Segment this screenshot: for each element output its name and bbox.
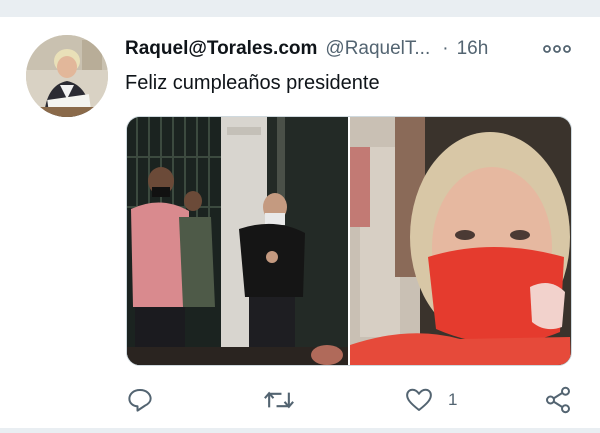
tweet-actions: 1 [125,383,575,417]
separator-dot: · [442,38,449,59]
bottom-divider [0,428,600,433]
like-button[interactable]: 1 [404,383,457,417]
retweet-icon [264,391,294,409]
avatar[interactable] [26,35,108,117]
photo-right[interactable] [350,117,571,365]
tweet-header: Raquel@Torales.com @RaquelT... · 16h [125,36,575,62]
avatar-image [26,35,108,117]
reply-button[interactable] [125,383,155,417]
reply-icon [128,389,152,412]
photo-left[interactable] [127,117,348,365]
share-icon [546,386,570,414]
share-button[interactable] [543,383,573,417]
tweet-media [126,116,572,366]
timestamp[interactable]: 16h [457,38,489,60]
top-divider [0,0,600,17]
more-options-icon[interactable] [542,40,572,58]
retweet-button[interactable] [263,383,295,417]
heart-icon [406,388,432,411]
like-count: 1 [448,390,458,409]
user-handle[interactable]: @RaquelT... [325,38,430,60]
display-name[interactable]: Raquel@Torales.com [125,38,317,60]
tweet-text: Feliz cumpleaños presidente [125,72,380,94]
